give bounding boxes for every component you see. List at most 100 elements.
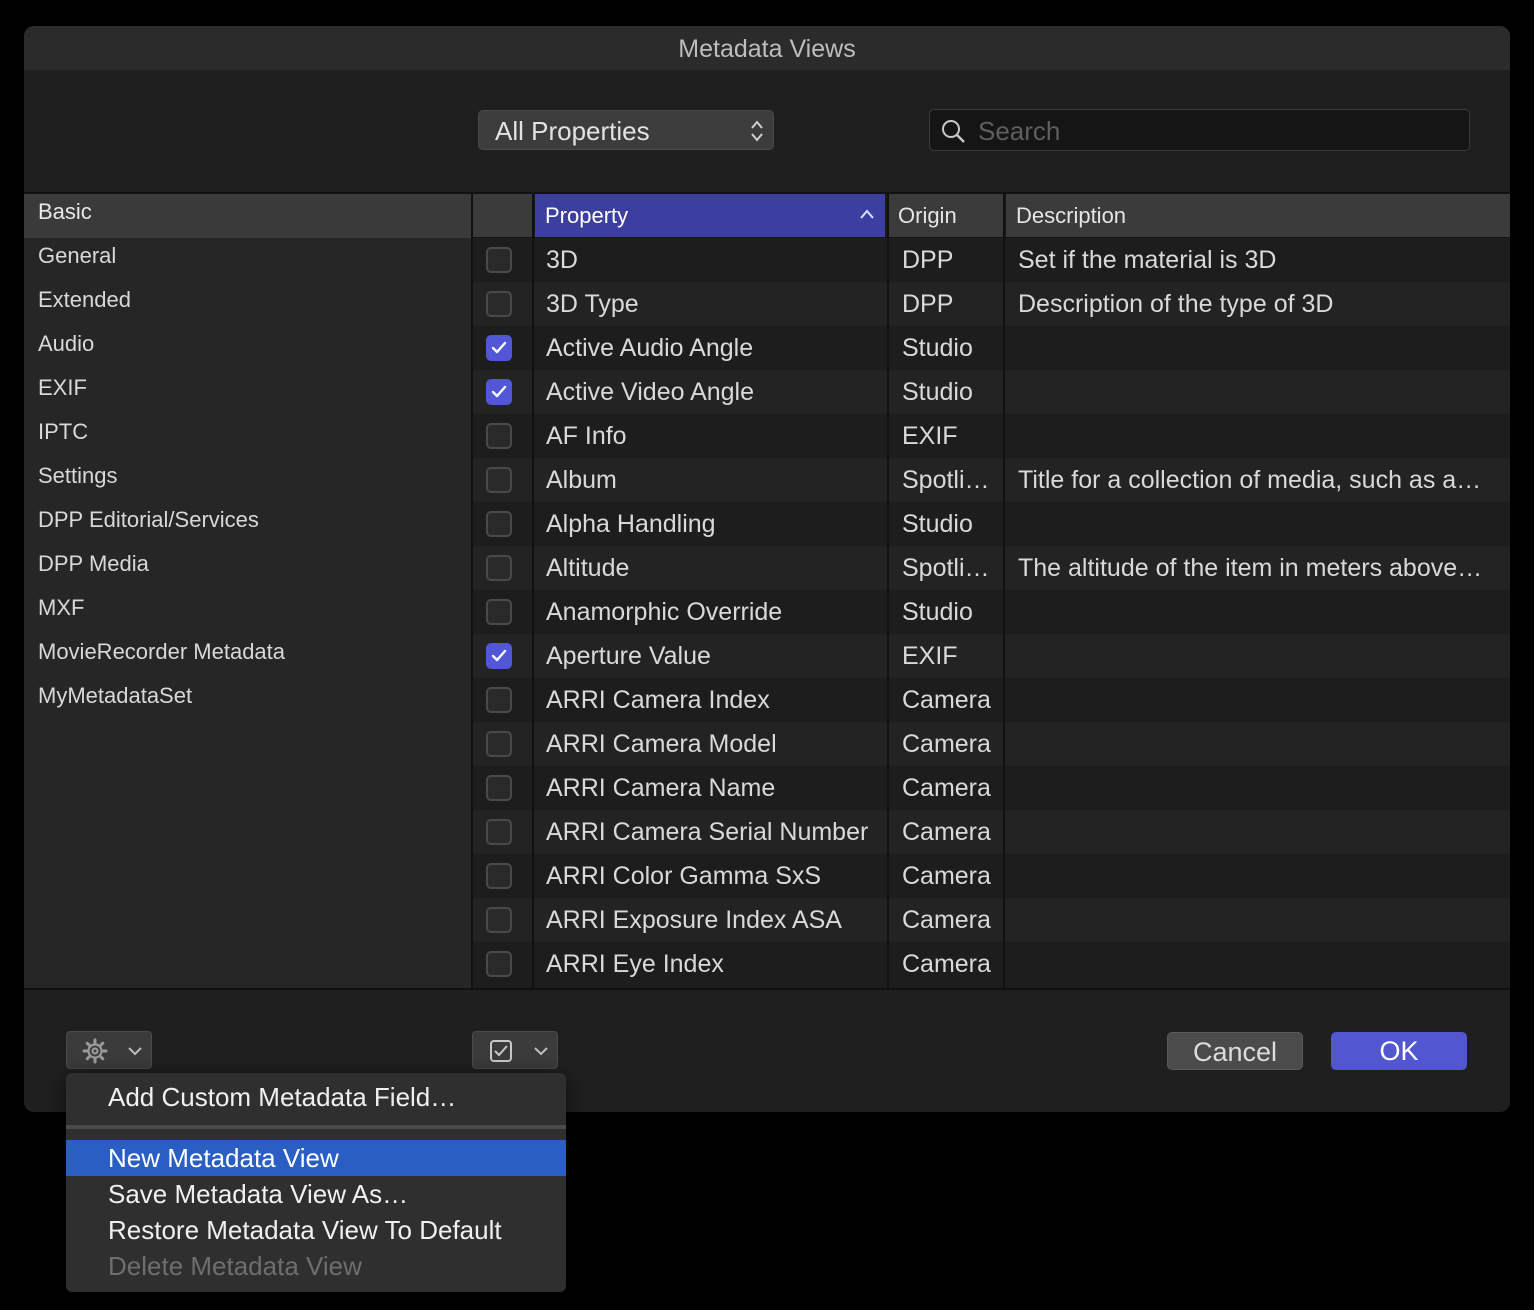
action-dropdown-menu: Add Custom Metadata Field… New Metadata … (66, 1073, 566, 1292)
view-select[interactable]: All Properties (478, 110, 774, 150)
property-cell: ARRI Camera Name (546, 774, 776, 802)
checkbox-icon (490, 1040, 512, 1062)
search-field[interactable] (929, 109, 1470, 152)
property-cell: 3D Type (546, 290, 639, 318)
column-header-property[interactable]: Property (533, 194, 887, 237)
row-checkbox[interactable] (486, 775, 512, 801)
sidebar-item[interactable]: Extended (24, 282, 471, 326)
menu-item-add-custom-field[interactable]: Add Custom Metadata Field… (66, 1079, 566, 1115)
origin-cell: Studio (902, 378, 973, 406)
row-checkbox[interactable] (486, 291, 512, 317)
table-row[interactable]: Active Video Angle Studio (473, 370, 1510, 414)
row-checkbox[interactable] (486, 951, 512, 977)
origin-cell: Camera (902, 906, 991, 934)
menu-separator (66, 1125, 566, 1129)
row-checkbox[interactable] (486, 511, 512, 537)
category-sidebar: Basic General Extended Audio EXIF IPTC Setting… (24, 194, 473, 988)
property-cell: Alpha Handling (546, 510, 716, 538)
origin-cell: Camera (902, 862, 991, 890)
origin-cell: Camera (902, 774, 991, 802)
property-cell: 3D (546, 246, 578, 274)
row-checkbox[interactable] (486, 819, 512, 845)
table-row[interactable]: Aperture Value EXIF (473, 634, 1510, 678)
origin-cell: Camera (902, 686, 991, 714)
gear-icon (82, 1038, 108, 1064)
cancel-button[interactable]: Cancel (1167, 1032, 1303, 1070)
origin-cell: Camera (902, 730, 991, 758)
row-checkbox[interactable] (486, 335, 512, 361)
property-cell: ARRI Color Gamma SxS (546, 862, 822, 890)
chevron-down-icon (128, 1047, 142, 1056)
check-menu-button[interactable] (472, 1031, 558, 1069)
origin-cell: Spotli… (902, 554, 990, 582)
row-checkbox[interactable] (486, 555, 512, 581)
row-checkbox[interactable] (486, 907, 512, 933)
updown-arrows-icon (751, 120, 763, 142)
origin-cell: EXIF (902, 422, 958, 450)
properties-table: Property Origin Description 3D DPP Set if … (473, 194, 1510, 988)
sidebar-item[interactable]: MyMetadataSet (24, 678, 471, 722)
ok-button[interactable]: OK (1331, 1032, 1467, 1070)
origin-cell: DPP (902, 246, 954, 274)
sidebar-item[interactable]: Basic (24, 194, 471, 238)
sidebar-item[interactable]: General (24, 238, 471, 282)
origin-cell: Studio (902, 598, 973, 626)
divider (24, 988, 1510, 990)
checkmark-icon (491, 649, 507, 662)
table-row[interactable]: ARRI Camera Name Camera (473, 766, 1510, 810)
menu-item-delete-metadata-view: Delete Metadata View (108, 1251, 362, 1281)
table-row[interactable]: ARRI Camera Index Camera (473, 678, 1510, 722)
origin-cell: Camera (902, 818, 991, 846)
table-row[interactable]: 3D DPP Set if the material is 3D (473, 238, 1510, 282)
table-row[interactable]: ARRI Camera Model Camera (473, 722, 1510, 766)
row-checkbox[interactable] (486, 423, 512, 449)
sidebar-item[interactable]: MovieRecorder Metadata (24, 634, 471, 678)
table-row[interactable]: 3D Type DPP Description of the type of 3D (473, 282, 1510, 326)
sidebar-item[interactable]: DPP Editorial/Services (24, 502, 471, 546)
view-select-value: All Properties (495, 116, 650, 146)
menu-item-save-metadata-view-as[interactable]: Save Metadata View As… (66, 1176, 566, 1212)
table-row[interactable]: AF Info EXIF (473, 414, 1510, 458)
column-header-origin[interactable]: Origin (888, 194, 1004, 237)
property-cell: ARRI Camera Serial Number (546, 818, 869, 846)
property-cell: Altitude (546, 554, 630, 582)
sidebar-item[interactable]: EXIF (24, 370, 471, 414)
origin-cell: Camera (902, 950, 991, 978)
description-cell: Title for a collection of media, such as… (1018, 466, 1482, 494)
sidebar-item[interactable]: Settings (24, 458, 471, 502)
table-row[interactable]: ARRI Camera Serial Number Camera (473, 810, 1510, 854)
row-checkbox[interactable] (486, 467, 512, 493)
menu-item-restore-default[interactable]: Restore Metadata View To Default (66, 1212, 566, 1248)
description-cell: Description of the type of 3D (1018, 290, 1334, 318)
row-checkbox[interactable] (486, 643, 512, 669)
sidebar-item[interactable]: IPTC (24, 414, 471, 458)
menu-item-new-metadata-view[interactable]: New Metadata View (66, 1140, 566, 1176)
row-checkbox[interactable] (486, 731, 512, 757)
origin-cell: Studio (902, 334, 973, 362)
table-row[interactable]: ARRI Exposure Index ASA Camera (473, 898, 1510, 942)
column-divider (887, 194, 889, 988)
property-cell: Active Audio Angle (546, 334, 754, 362)
table-row[interactable]: Alpha Handling Studio (473, 502, 1510, 546)
table-header: Property Origin Description (473, 194, 1510, 238)
sidebar-item[interactable]: Audio (24, 326, 471, 370)
row-checkbox[interactable] (486, 687, 512, 713)
property-cell: ARRI Camera Index (546, 686, 770, 714)
row-checkbox[interactable] (486, 379, 512, 405)
table-row[interactable]: Anamorphic Override Studio (473, 590, 1510, 634)
property-cell: ARRI Exposure Index ASA (546, 906, 842, 934)
table-row[interactable]: Altitude Spotli… The altitude of the item … (473, 546, 1510, 590)
table-row[interactable]: ARRI Color Gamma SxS Camera (473, 854, 1510, 898)
row-checkbox[interactable] (486, 247, 512, 273)
sidebar-item[interactable]: DPP Media (24, 546, 471, 590)
sidebar-item[interactable]: MXF (24, 590, 471, 634)
row-checkbox[interactable] (486, 863, 512, 889)
action-menu-button[interactable] (66, 1031, 152, 1069)
table-row[interactable]: ARRI Eye Index Camera (473, 942, 1510, 986)
column-header-description[interactable]: Description (1004, 194, 1510, 237)
search-input[interactable] (976, 110, 1460, 152)
table-row[interactable]: Active Audio Angle Studio (473, 326, 1510, 370)
table-row[interactable]: Album Spotli… Title for a collection of me… (473, 458, 1510, 502)
column-divider (532, 194, 534, 988)
row-checkbox[interactable] (486, 599, 512, 625)
